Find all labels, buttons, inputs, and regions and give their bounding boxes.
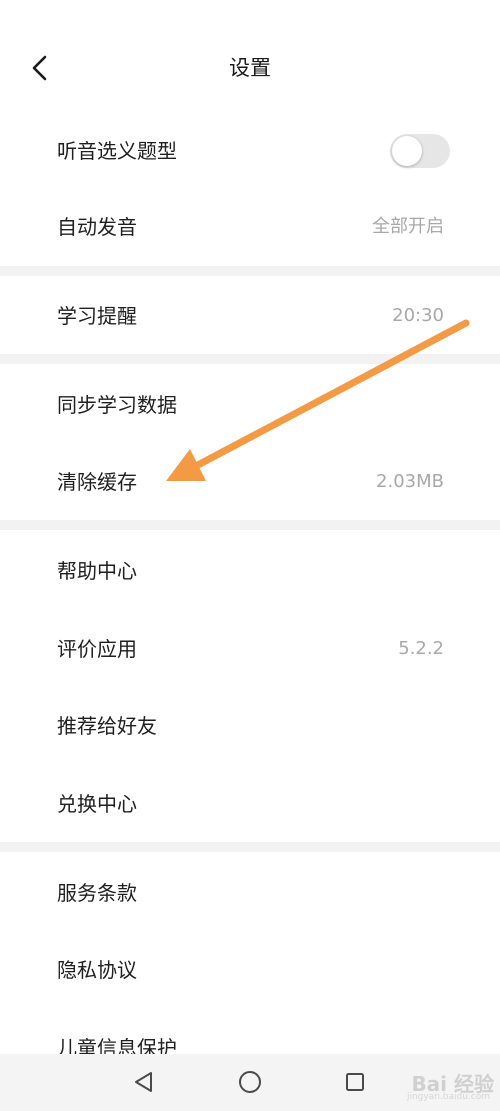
triangle-back-icon (135, 1072, 152, 1092)
circle-home-icon (239, 1071, 261, 1093)
setting-value: 5.2.2 (398, 638, 444, 659)
setting-label: 兑换中心 (57, 792, 137, 816)
setting-value: 全部开启 (372, 216, 444, 237)
setting-row-recommend-friends[interactable]: 推荐给好友 (0, 688, 500, 764)
setting-row-listen-question-type[interactable]: 听音选义题型 (0, 113, 500, 189)
section-divider (0, 842, 500, 852)
toggle-knob (392, 136, 422, 166)
listen-question-type-toggle[interactable] (390, 134, 450, 168)
setting-label: 学习提醒 (57, 304, 137, 328)
watermark-logo: Bai 经验 jingyan.baidu.com (407, 1068, 494, 1102)
setting-label: 帮助中心 (57, 559, 137, 583)
setting-label: 推荐给好友 (57, 714, 157, 738)
setting-label: 同步学习数据 (57, 393, 177, 417)
nav-home-button[interactable] (230, 1062, 270, 1102)
setting-label: 儿童信息保护 (57, 1036, 177, 1054)
nav-recents-button[interactable] (335, 1062, 375, 1102)
setting-row-redeem-center[interactable]: 兑换中心 (0, 766, 500, 842)
section-divider (0, 520, 500, 530)
setting-row-auto-pronunciation[interactable]: 自动发音 全部开启 (0, 189, 500, 265)
watermark-sub: jingyan.baidu.com (406, 1092, 490, 1102)
section-divider (0, 354, 500, 364)
setting-row-help-center[interactable]: 帮助中心 (0, 533, 500, 609)
setting-label: 评价应用 (57, 637, 137, 661)
setting-row-rate-app[interactable]: 评价应用 5.2.2 (0, 611, 500, 687)
setting-label: 听音选义题型 (57, 139, 177, 163)
setting-label: 清除缓存 (57, 470, 137, 494)
section-divider (0, 266, 500, 276)
setting-row-terms-of-service[interactable]: 服务条款 (0, 855, 500, 931)
setting-row-study-reminder[interactable]: 学习提醒 20:30 (0, 278, 500, 354)
setting-value: 20:30 (392, 305, 444, 326)
setting-row-child-info-protection[interactable]: 儿童信息保护 (0, 1010, 500, 1054)
nav-back-button[interactable] (124, 1062, 164, 1102)
setting-row-sync-study-data[interactable]: 同步学习数据 (0, 367, 500, 443)
square-recents-icon (346, 1073, 364, 1091)
setting-row-privacy-policy[interactable]: 隐私协议 (0, 932, 500, 1008)
setting-value: 2.03MB (376, 471, 444, 492)
setting-row-clear-cache[interactable]: 清除缓存 2.03MB (0, 444, 500, 520)
page-title: 设置 (229, 56, 271, 80)
setting-label: 自动发音 (57, 215, 137, 239)
setting-label: 服务条款 (57, 881, 137, 905)
setting-label: 隐私协议 (57, 958, 137, 982)
